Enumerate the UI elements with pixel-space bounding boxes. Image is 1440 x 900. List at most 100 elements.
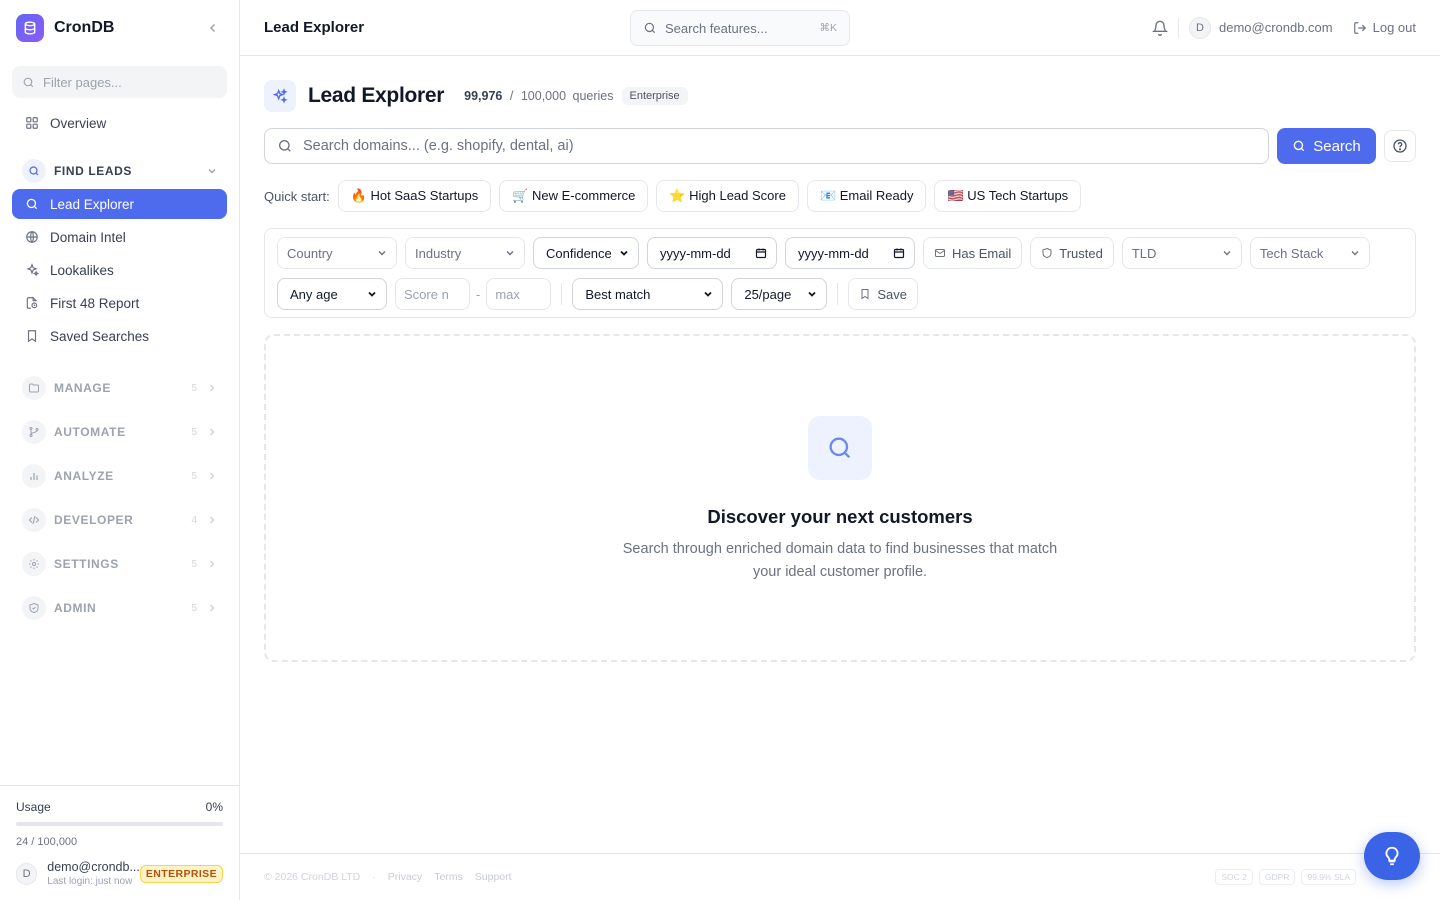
sidebar-item-overview[interactable]: Overview	[12, 108, 227, 138]
footer-link-terms[interactable]: Terms	[434, 871, 463, 883]
quick-start-chip[interactable]: 🛒 New E-commerce	[499, 180, 649, 212]
search-icon	[1292, 139, 1306, 153]
quick-start-chip[interactable]: 🇺🇸 US Tech Startups	[934, 180, 1082, 212]
bell-icon[interactable]	[1151, 20, 1168, 36]
per-page-select[interactable]: 25/page	[731, 278, 828, 310]
date-from-input[interactable]: yyyy-mm-dd	[647, 237, 777, 269]
user-card[interactable]: D demo@crondb... Last login: just now EN…	[16, 860, 223, 888]
filter-pages[interactable]	[12, 66, 227, 98]
database-icon	[16, 14, 44, 42]
mail-icon	[934, 247, 946, 259]
section-count: 4	[191, 514, 197, 526]
section-label: AUTOMATE	[54, 425, 126, 439]
section-label: SETTINGS	[54, 557, 119, 571]
save-label: Save	[877, 286, 907, 302]
save-search-button[interactable]: Save	[848, 278, 918, 310]
section-settings[interactable]: SETTINGS 5	[12, 542, 227, 586]
country-select[interactable]: Country	[277, 237, 397, 269]
logout-icon	[1353, 21, 1367, 35]
query-quota: 99,976 / 100,000 queries	[464, 89, 613, 103]
sidebar-item-first-48-report[interactable]: First 48 Report	[12, 288, 227, 318]
section-manage[interactable]: MANAGE 5	[12, 366, 227, 410]
footer-link-support[interactable]: Support	[475, 871, 512, 883]
sort-select-value: Best match	[585, 286, 651, 302]
sidebar-item-lookalikes[interactable]: Lookalikes	[12, 255, 227, 285]
collapse-sidebar-icon[interactable]	[203, 18, 223, 38]
section-label: ADMIN	[54, 601, 97, 615]
sidebar-item-label: First 48 Report	[50, 295, 140, 311]
age-select[interactable]: Any age	[277, 278, 387, 310]
domain-search-input[interactable]	[303, 138, 1203, 154]
globe-icon	[24, 229, 40, 245]
git-branch-icon	[22, 420, 46, 444]
feature-search[interactable]: Search features... ⌘K	[630, 10, 850, 46]
search-button[interactable]: Search	[1277, 128, 1376, 164]
score-min-input[interactable]	[395, 278, 470, 310]
calendar-icon	[893, 247, 905, 259]
quota-unit: queries	[572, 89, 614, 103]
search-button-label: Search	[1313, 137, 1361, 155]
tld-select[interactable]: TLD	[1121, 237, 1242, 269]
page-title: Lead Explorer	[264, 19, 365, 36]
quick-start-chip[interactable]: ⭐ High Lead Score	[656, 180, 799, 212]
section-label: FIND LEADS	[54, 164, 132, 178]
footer-link-privacy[interactable]: Privacy	[388, 871, 422, 883]
sparkles-icon	[264, 80, 296, 112]
gear-icon	[22, 552, 46, 576]
plan-badge: ENTERPRISE	[139, 864, 223, 883]
section-developer[interactable]: DEVELOPER 4	[12, 498, 227, 542]
has-email-toggle[interactable]: Has Email	[923, 237, 1023, 269]
age-select-value: Any age	[290, 286, 338, 302]
chevron-down-icon	[807, 289, 817, 299]
score-max-input[interactable]	[486, 278, 552, 310]
section-count: 5	[191, 470, 197, 482]
domain-search[interactable]	[264, 128, 1269, 164]
usage-progress-bar	[16, 821, 223, 826]
filter-pages-input[interactable]	[43, 74, 213, 90]
footer-dot: ·	[372, 871, 376, 883]
help-circle-icon	[1392, 138, 1408, 154]
user-email: demo@crondb...	[47, 859, 140, 874]
tech-stack-select[interactable]: Tech Stack	[1249, 237, 1370, 269]
compliance-badge: SOC 2	[1215, 869, 1253, 885]
chevron-right-icon	[207, 559, 217, 569]
sidebar-item-label: Saved Searches	[50, 328, 150, 344]
logout-button[interactable]: Log out	[1353, 20, 1416, 35]
section-analyze[interactable]: ANALYZE 5	[12, 454, 227, 498]
sort-select[interactable]: Best match	[572, 278, 724, 310]
help-button[interactable]	[1384, 130, 1416, 162]
sidebar-item-label: Domain Intel	[50, 229, 126, 245]
industry-select[interactable]: Industry	[405, 237, 525, 269]
bookmark-icon	[24, 328, 40, 344]
user-email[interactable]: demo@crondb.com	[1219, 20, 1333, 35]
tld-select-value: TLD	[1131, 245, 1157, 261]
section-automate[interactable]: AUTOMATE 5	[12, 410, 227, 454]
chevron-down-icon	[207, 166, 217, 176]
avatar[interactable]: D	[1188, 16, 1211, 39]
quick-start-chip[interactable]: 🔥 Hot SaaS Startups	[337, 180, 492, 212]
search-icon	[643, 21, 657, 35]
tips-button[interactable]	[1364, 832, 1420, 880]
bookmark-icon	[859, 288, 871, 300]
section-find-leads[interactable]: FIND LEADS	[12, 153, 227, 189]
date-to-input[interactable]: yyyy-mm-dd	[785, 237, 915, 269]
trusted-toggle[interactable]: Trusted	[1030, 237, 1114, 269]
sidebar-item-saved-searches[interactable]: Saved Searches	[12, 321, 227, 351]
tech-stack-select-value: Tech Stack	[1259, 245, 1324, 261]
chevron-down-icon	[367, 289, 377, 299]
quick-start-label: Quick start:	[264, 188, 330, 204]
divider	[561, 283, 563, 305]
compliance-badge: GDPR	[1258, 869, 1296, 885]
sidebar-item-label: Lookalikes	[50, 262, 114, 278]
quick-start-chip[interactable]: 📧 Email Ready	[806, 180, 927, 212]
section-admin[interactable]: ADMIN 5	[12, 586, 227, 630]
confidence-select[interactable]: Confidence	[533, 237, 639, 269]
keyboard-shortcut: ⌘K	[819, 22, 837, 34]
last-login: Last login: just now	[47, 875, 133, 887]
chevron-right-icon	[207, 515, 217, 525]
section-count: 5	[191, 426, 197, 438]
filter-panel: Country Industry Confidence yyyy-mm-dd y…	[264, 228, 1416, 318]
country-select-value: Country	[287, 245, 333, 261]
sidebar-item-domain-intel[interactable]: Domain Intel	[12, 222, 227, 252]
sidebar-item-lead-explorer[interactable]: Lead Explorer	[12, 189, 227, 219]
